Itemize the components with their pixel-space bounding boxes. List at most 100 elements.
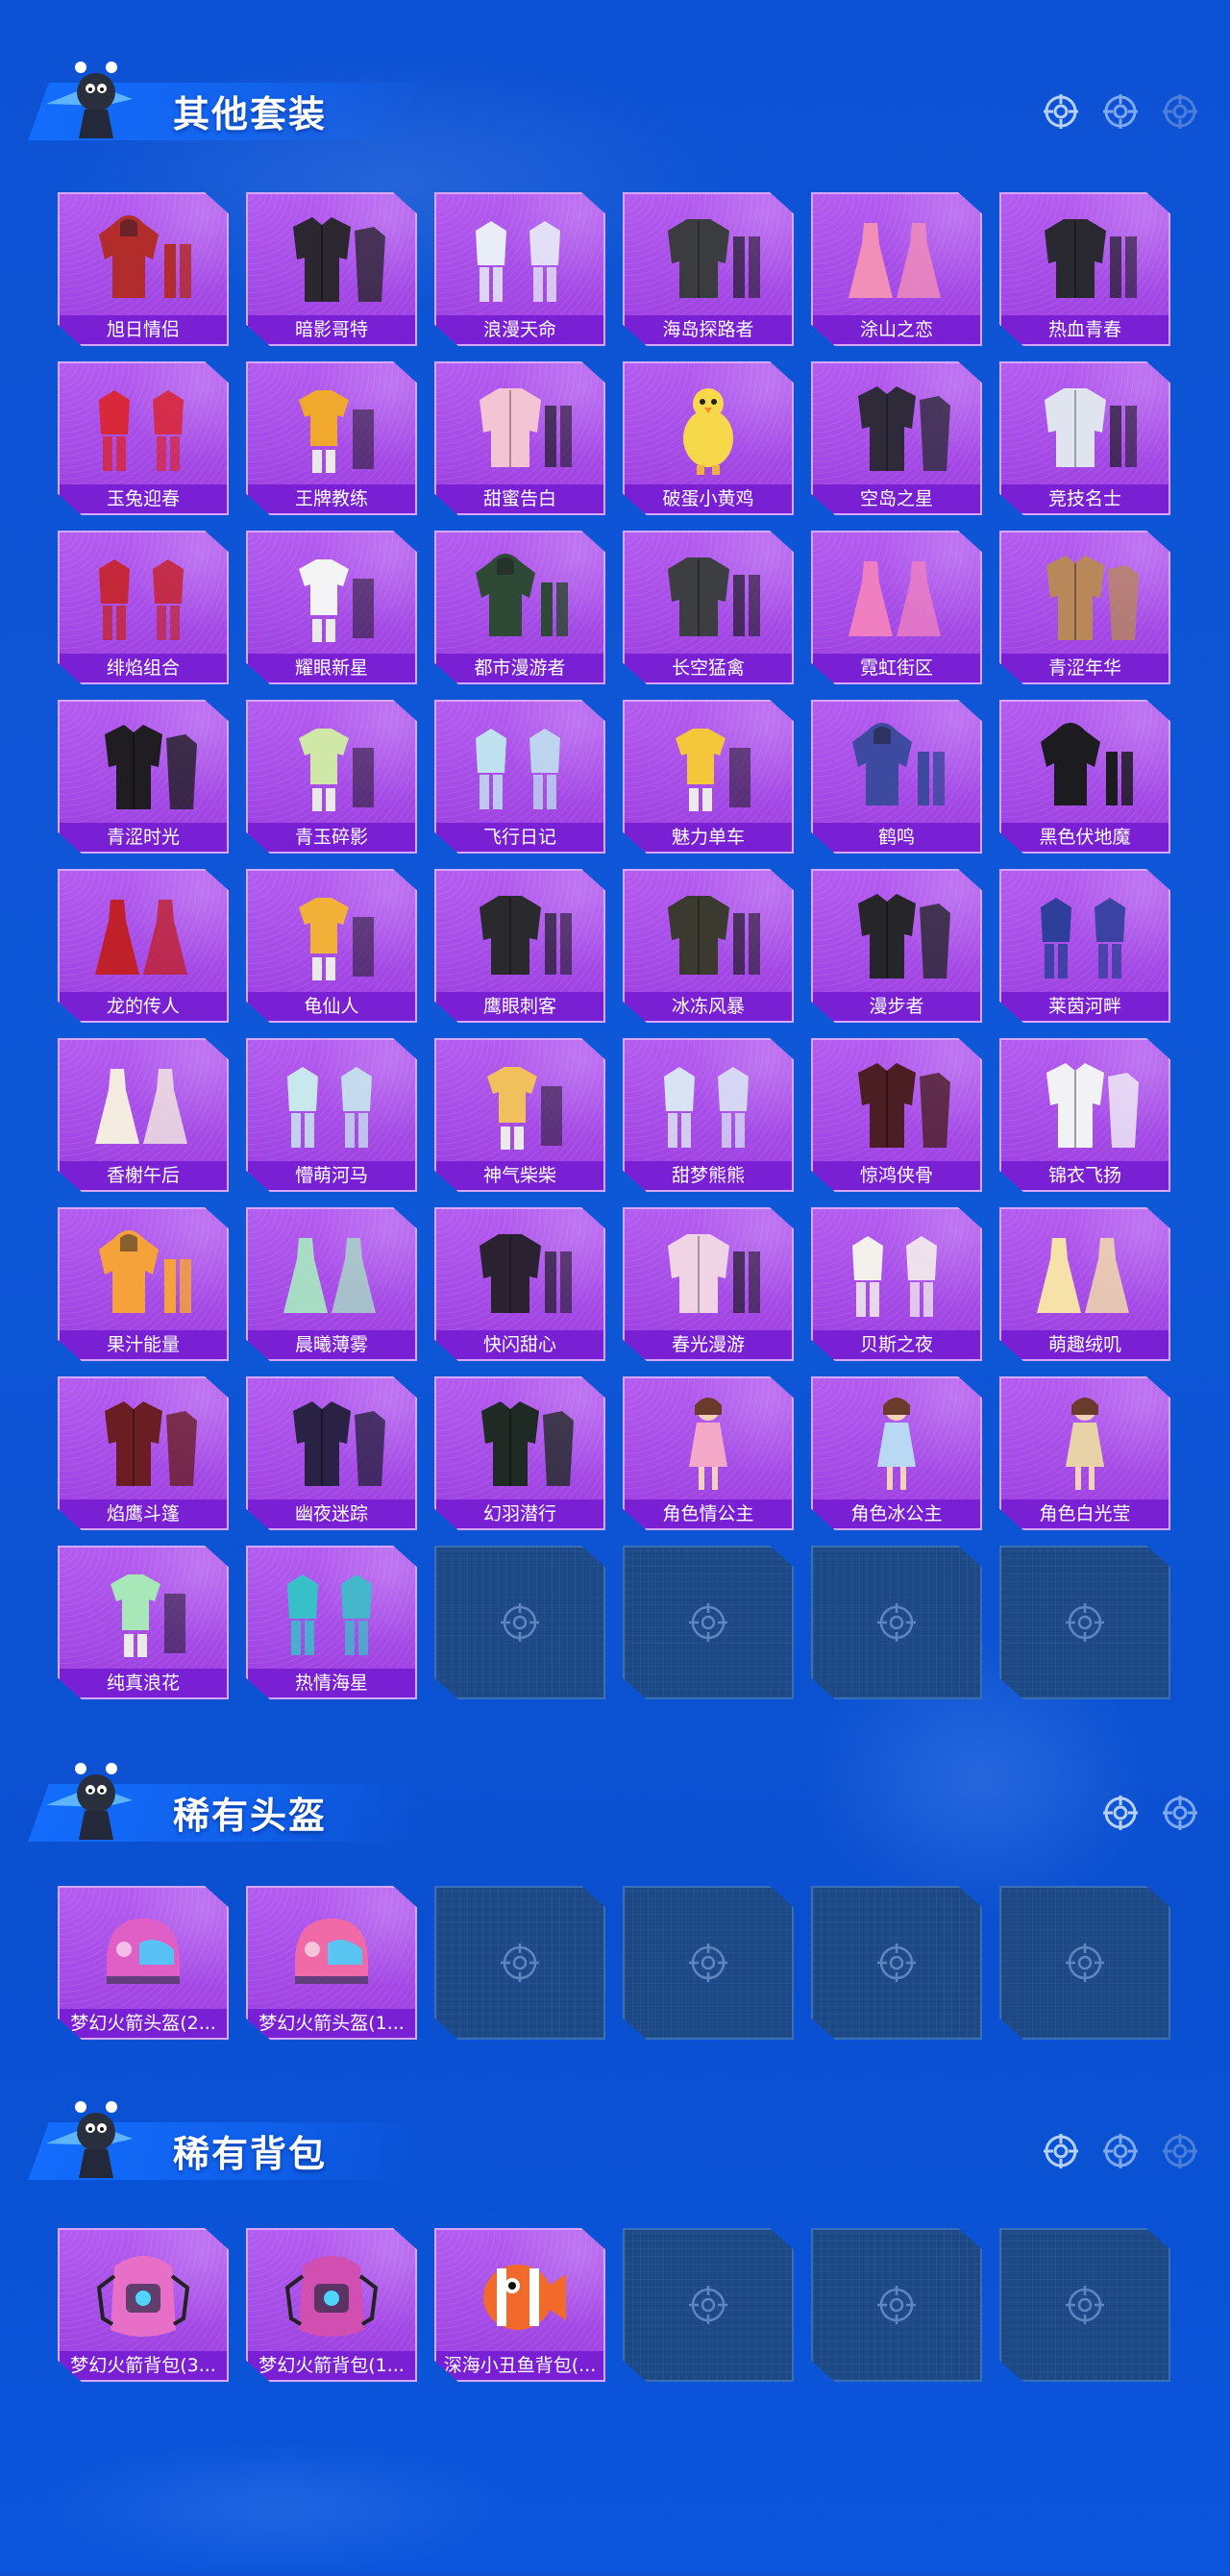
item-card[interactable]: 涂山之恋 bbox=[811, 192, 982, 346]
item-card[interactable]: 冰冻风暴 bbox=[623, 869, 794, 1023]
item-card[interactable]: 角色情公主 bbox=[623, 1376, 794, 1530]
empty-slot bbox=[811, 1546, 982, 1699]
outfit-jacket-icon bbox=[436, 363, 603, 486]
item-label: 梦幻火箭头盔(2... bbox=[60, 2009, 227, 2038]
item-card[interactable]: 梦幻火箭头盔(1... bbox=[246, 1886, 417, 2040]
item-card[interactable]: 梦幻火箭背包(3... bbox=[58, 2228, 229, 2382]
item-card[interactable]: 香榭午后 bbox=[58, 1038, 229, 1192]
item-label: 纯真浪花 bbox=[60, 1669, 227, 1697]
item-card[interactable]: 甜蜜告白 bbox=[434, 361, 605, 515]
item-card[interactable]: 春光漫游 bbox=[623, 1207, 794, 1361]
item-card[interactable]: 空岛之星 bbox=[811, 361, 982, 515]
item-label: 黑色伏地魔 bbox=[1001, 823, 1168, 852]
outfit-shirt-icon bbox=[248, 363, 415, 486]
item-label: 龟仙人 bbox=[248, 992, 415, 1021]
item-label: 角色情公主 bbox=[625, 1499, 792, 1528]
item-label: 旭日情侣 bbox=[60, 315, 227, 344]
item-card[interactable]: 角色白光莹 bbox=[999, 1376, 1170, 1530]
item-label: 冰冻风暴 bbox=[625, 992, 792, 1021]
item-card[interactable]: 王牌教练 bbox=[246, 361, 417, 515]
item-card[interactable]: 梦幻火箭头盔(2... bbox=[58, 1886, 229, 2040]
item-card[interactable]: 神气柴柴 bbox=[434, 1038, 605, 1192]
item-card[interactable]: 绯焰组合 bbox=[58, 531, 229, 684]
item-label: 快闪甜心 bbox=[436, 1330, 603, 1359]
crosshair-decoration bbox=[1042, 2132, 1199, 2170]
item-card[interactable]: 纯真浪花 bbox=[58, 1546, 229, 1699]
item-label: 青玉碎影 bbox=[248, 823, 415, 852]
item-label: 青涩时光 bbox=[60, 823, 227, 852]
item-card[interactable]: 贝斯之夜 bbox=[811, 1207, 982, 1361]
item-card[interactable]: 龙的传人 bbox=[58, 869, 229, 1023]
item-label: 惊鸿侠骨 bbox=[813, 1161, 980, 1190]
item-card[interactable]: 莱茵河畔 bbox=[999, 869, 1170, 1023]
item-label: 暗影哥特 bbox=[248, 315, 415, 344]
item-card[interactable]: 飞行日记 bbox=[434, 700, 605, 854]
item-card[interactable]: 青涩时光 bbox=[58, 700, 229, 854]
item-card[interactable]: 焰鹰斗篷 bbox=[58, 1376, 229, 1530]
item-card[interactable]: 霓虹街区 bbox=[811, 531, 982, 684]
item-card[interactable]: 鹰眼刺客 bbox=[434, 869, 605, 1023]
item-card[interactable]: 热情海星 bbox=[246, 1546, 417, 1699]
item-card[interactable]: 青涩年华 bbox=[999, 531, 1170, 684]
item-card[interactable]: 快闪甜心 bbox=[434, 1207, 605, 1361]
item-label: 贝斯之夜 bbox=[813, 1330, 980, 1359]
item-card[interactable]: 暗影哥特 bbox=[246, 192, 417, 346]
item-card[interactable]: 幻羽潜行 bbox=[434, 1376, 605, 1530]
item-label: 都市漫游者 bbox=[436, 654, 603, 682]
item-card[interactable]: 萌趣绒叽 bbox=[999, 1207, 1170, 1361]
item-label: 龙的传人 bbox=[60, 992, 227, 1021]
outfit-coat-icon bbox=[60, 702, 227, 825]
item-card[interactable]: 深海小丑鱼背包(... bbox=[434, 2228, 605, 2382]
outfit-jacket-icon bbox=[436, 871, 603, 994]
crosshair-icon bbox=[1044, 2134, 1078, 2168]
empty-slot bbox=[623, 2228, 794, 2382]
outfit-dress-icon bbox=[813, 533, 980, 656]
item-card[interactable]: 锦衣飞扬 bbox=[999, 1038, 1170, 1192]
item-card[interactable]: 长空猛禽 bbox=[623, 531, 794, 684]
item-label: 锦衣飞扬 bbox=[1001, 1161, 1168, 1190]
item-card[interactable]: 鹤鸣 bbox=[811, 700, 982, 854]
item-label: 鹰眼刺客 bbox=[436, 992, 603, 1021]
outfit-jacket-icon bbox=[625, 533, 792, 656]
item-card[interactable]: 黑色伏地魔 bbox=[999, 700, 1170, 854]
item-card[interactable]: 幽夜迷踪 bbox=[246, 1376, 417, 1530]
item-card[interactable]: 热血青春 bbox=[999, 192, 1170, 346]
outfit-dress-icon bbox=[248, 1209, 415, 1332]
item-card[interactable]: 懵萌河马 bbox=[246, 1038, 417, 1192]
item-card[interactable]: 漫步者 bbox=[811, 869, 982, 1023]
item-card[interactable]: 魅力单车 bbox=[623, 700, 794, 854]
item-card[interactable]: 竞技名士 bbox=[999, 361, 1170, 515]
item-card[interactable]: 果汁能量 bbox=[58, 1207, 229, 1361]
item-card[interactable]: 角色冰公主 bbox=[811, 1376, 982, 1530]
item-card[interactable]: 浪漫天命 bbox=[434, 192, 605, 346]
crosshair-icon bbox=[877, 1603, 916, 1642]
background-glow bbox=[38, 2441, 519, 2576]
item-card[interactable]: 都市漫游者 bbox=[434, 531, 605, 684]
item-card[interactable]: 耀眼新星 bbox=[246, 531, 417, 684]
item-label: 晨曦薄雾 bbox=[248, 1330, 415, 1359]
mascot-icon bbox=[37, 2086, 152, 2192]
crosshair-icon bbox=[1103, 94, 1138, 129]
item-card[interactable]: 破蛋小黄鸡 bbox=[623, 361, 794, 515]
outfit-suit-icon bbox=[1001, 871, 1168, 994]
item-card[interactable]: 旭日情侣 bbox=[58, 192, 229, 346]
item-label: 海岛探路者 bbox=[625, 315, 792, 344]
item-card[interactable]: 晨曦薄雾 bbox=[246, 1207, 417, 1361]
item-card[interactable]: 龟仙人 bbox=[246, 869, 417, 1023]
item-card[interactable]: 梦幻火箭背包(1... bbox=[246, 2228, 417, 2382]
outfit-coat-icon bbox=[1001, 1040, 1168, 1163]
character-icon bbox=[813, 1378, 980, 1501]
crosshair-icon bbox=[689, 1603, 727, 1642]
item-card[interactable]: 海岛探路者 bbox=[623, 192, 794, 346]
helmet-icon bbox=[248, 1888, 415, 2011]
item-label: 梦幻火箭头盔(1... bbox=[248, 2009, 415, 2038]
outfit-dress-icon bbox=[813, 194, 980, 317]
item-label: 漫步者 bbox=[813, 992, 980, 1021]
item-label: 空岛之星 bbox=[813, 484, 980, 513]
outfit-dress-icon bbox=[1001, 1209, 1168, 1332]
backpack-icon bbox=[60, 2230, 227, 2353]
item-card[interactable]: 玉兔迎春 bbox=[58, 361, 229, 515]
item-card[interactable]: 甜梦熊熊 bbox=[623, 1038, 794, 1192]
item-card[interactable]: 惊鸿侠骨 bbox=[811, 1038, 982, 1192]
item-card[interactable]: 青玉碎影 bbox=[246, 700, 417, 854]
